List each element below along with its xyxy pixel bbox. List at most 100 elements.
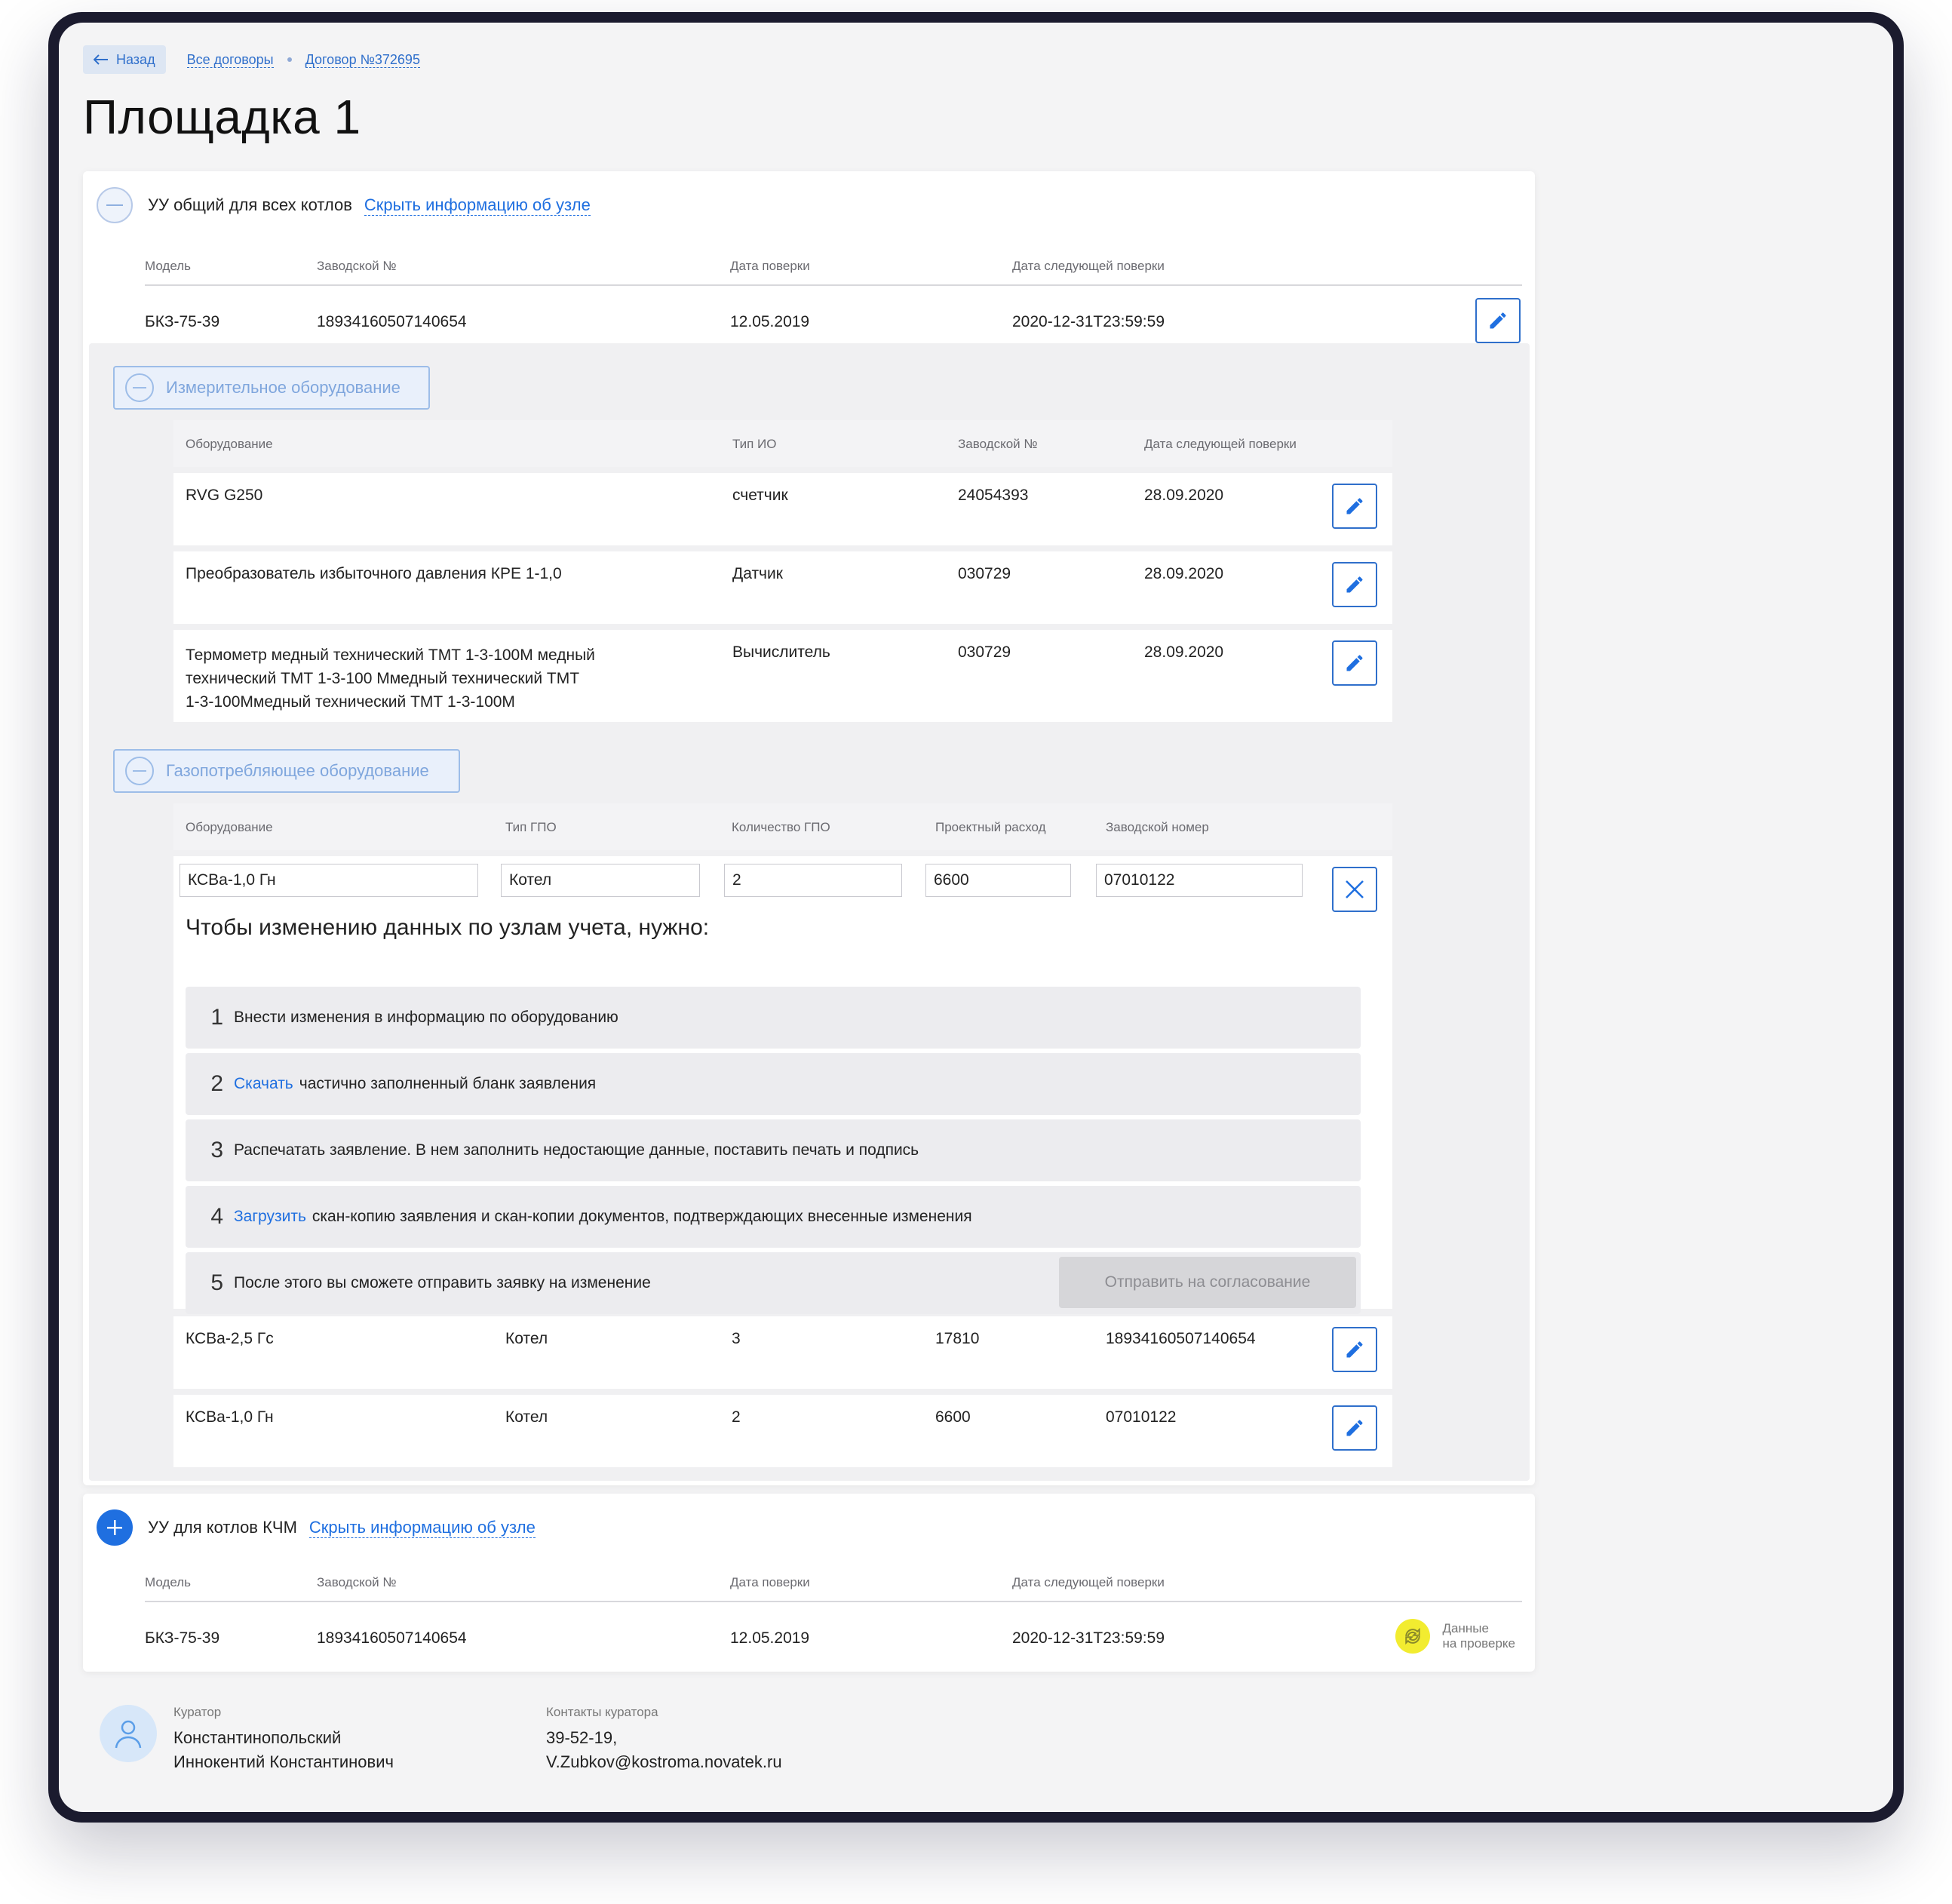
equipment-serial: 18934160507140654 — [1106, 1330, 1256, 1347]
avatar — [100, 1705, 157, 1762]
type-input[interactable]: Котел — [501, 864, 700, 897]
col-serial: Заводской № — [317, 259, 397, 273]
edit-equipment-button[interactable] — [1332, 562, 1377, 607]
download-link[interactable]: Скачать — [234, 1075, 293, 1093]
back-button[interactable]: Назад — [83, 45, 166, 74]
measuring-equipment-toggle[interactable]: Измерительное оборудование — [113, 366, 430, 410]
node-serial: 18934160507140654 — [317, 313, 467, 330]
pencil-icon — [1346, 576, 1363, 593]
equipment-count: 2 — [732, 1408, 741, 1426]
header-divider — [145, 284, 1522, 286]
submit-for-approval-button[interactable]: Отправить на согласование — [1059, 1257, 1356, 1308]
flow-input[interactable]: 6600 — [925, 864, 1071, 897]
equipment-serial: 030729 — [958, 643, 1011, 661]
edit-equipment-button[interactable] — [1332, 1327, 1377, 1372]
breadcrumb-contract[interactable]: Договор №372695 — [305, 52, 420, 68]
instruction-step-3: 3 Распечатать заявление. В нем заполнить… — [186, 1119, 1361, 1181]
breadcrumb-all-contracts[interactable]: Все договоры — [186, 52, 274, 68]
table-row: КСВа-2,5 Гс Котел 3 17810 18934160507140… — [173, 1316, 1392, 1389]
instruction-step-2: 2 Скачать частично заполненный бланк зая… — [186, 1053, 1361, 1115]
hide-node-info-link[interactable]: Скрыть информацию об узле — [364, 195, 591, 216]
equipment-type: Датчик — [732, 565, 783, 582]
equipment-type: Котел — [505, 1408, 548, 1426]
col-equipment: Оборудование — [186, 437, 273, 451]
pencil-icon — [1346, 1420, 1363, 1436]
equipment-name: Преобразователь избыточного давления КРЕ… — [186, 565, 562, 582]
edit-equipment-button[interactable] — [1332, 640, 1377, 686]
step-text: частично заполненный бланк заявления — [299, 1075, 597, 1092]
step-text: Распечатать заявление. В нем заполнить н… — [234, 1141, 919, 1159]
curator-email[interactable]: V.Zubkov@kostroma.novatek.ru — [546, 1750, 782, 1774]
page-title: Площадка 1 — [83, 90, 361, 144]
minus-icon — [125, 373, 154, 402]
node-check-date: 12.05.2019 — [730, 313, 810, 330]
edit-equipment-button[interactable] — [1332, 1405, 1377, 1451]
curator-block: Куратор Константинопольский Иннокентий К… — [100, 1705, 782, 1774]
node-header: УУ общий для всех котлов Скрыть информац… — [97, 186, 591, 224]
node-model: БКЗ-75-39 — [145, 1629, 220, 1647]
col-serial: Заводской № — [317, 1575, 397, 1589]
status-badge: Данные на проверке — [1395, 1619, 1515, 1654]
edit-node-button[interactable] — [1475, 298, 1521, 343]
node-model: БКЗ-75-39 — [145, 313, 220, 330]
col-model: Модель — [145, 1575, 192, 1589]
back-label: Назад — [116, 51, 155, 67]
count-input[interactable]: 2 — [724, 864, 902, 897]
cancel-edit-button[interactable] — [1332, 867, 1377, 912]
equipment-name: КСВа-2,5 Гс — [186, 1330, 274, 1347]
serial-input[interactable]: 07010122 — [1096, 864, 1303, 897]
equipment-serial: 030729 — [958, 565, 1011, 582]
step-text: скан-копию заявления и скан-копии докуме… — [312, 1208, 972, 1225]
gas-section-label: Газопотребляющее оборудование — [166, 761, 429, 780]
pencil-icon — [1346, 655, 1363, 671]
step-text: Внести изменения в информацию по оборудо… — [234, 1009, 618, 1026]
table-row: КСВа-1,0 Гн Котел 2 6600 07010122 — [173, 1395, 1392, 1467]
pencil-icon — [1346, 498, 1363, 514]
node-title: УУ для котлов КЧМ — [148, 1518, 297, 1537]
instruction-step-4: 4 Загрузить скан-копию заявления и скан-… — [186, 1186, 1361, 1248]
col-next-check: Дата следующей поверки — [1012, 259, 1165, 273]
arrow-left-icon — [94, 54, 108, 65]
equipment-flow: 17810 — [935, 1330, 980, 1347]
curator-phone: 39-52-19, — [546, 1728, 618, 1747]
collapse-node-button[interactable] — [97, 187, 133, 223]
step-number: 1 — [210, 1005, 223, 1030]
equipment-next-check: 28.09.2020 — [1144, 565, 1224, 582]
col-check-date: Дата поверки — [730, 1575, 810, 1589]
close-icon — [1346, 880, 1364, 898]
step-text: После этого вы сможете отправить заявку … — [234, 1274, 651, 1291]
equipment-name: Термометр медный технический ТМТ 1-3-100… — [186, 646, 595, 711]
equipment-next-check: 28.09.2020 — [1144, 643, 1224, 661]
table-row: RVG G250 счетчик 24054393 28.09.2020 — [173, 473, 1392, 545]
curator-name: Константинопольский Иннокентий Константи… — [173, 1728, 394, 1771]
step-number: 2 — [210, 1071, 223, 1096]
minus-icon — [106, 204, 123, 206]
expand-node-button[interactable] — [97, 1509, 133, 1546]
equipment-input[interactable]: КСВа-1,0 Гн — [180, 864, 478, 897]
pencil-icon — [1346, 1341, 1363, 1358]
contacts-label: Контакты куратора — [546, 1705, 658, 1719]
upload-link[interactable]: Загрузить — [234, 1208, 306, 1226]
hide-node-info-link[interactable]: Скрыть информацию об узле — [308, 1518, 536, 1538]
minus-icon — [125, 757, 154, 785]
metering-node-card: УУ общий для всех котлов Скрыть информац… — [83, 171, 1535, 1485]
gas-equipment-toggle[interactable]: Газопотребляющее оборудование — [113, 749, 460, 793]
instructions-title: Чтобы изменению данных по узлам учета, н… — [186, 915, 710, 940]
col-flow: Проектный расход — [935, 820, 1046, 834]
table-row: Термометр медный технический ТМТ 1-3-100… — [173, 630, 1392, 722]
node-next-check: 2020-12-31T23:59:59 — [1012, 313, 1165, 330]
equipment-serial: 24054393 — [958, 487, 1029, 504]
step-number: 4 — [210, 1204, 223, 1229]
equipment-type: Котел — [505, 1330, 548, 1347]
col-next-check: Дата следующей поверки — [1144, 437, 1297, 451]
equipment-type: Вычислитель — [732, 643, 830, 661]
col-serial: Заводской № — [958, 437, 1038, 451]
col-next-check: Дата следующей поверки — [1012, 1575, 1165, 1589]
edit-equipment-button[interactable] — [1332, 484, 1377, 529]
equipment-count: 3 — [732, 1330, 741, 1347]
step-number: 3 — [210, 1138, 223, 1162]
col-type: Тип ГПО — [505, 820, 557, 834]
curator-label: Куратор — [173, 1705, 222, 1719]
breadcrumb-separator — [287, 57, 292, 62]
header-divider — [145, 1601, 1522, 1602]
